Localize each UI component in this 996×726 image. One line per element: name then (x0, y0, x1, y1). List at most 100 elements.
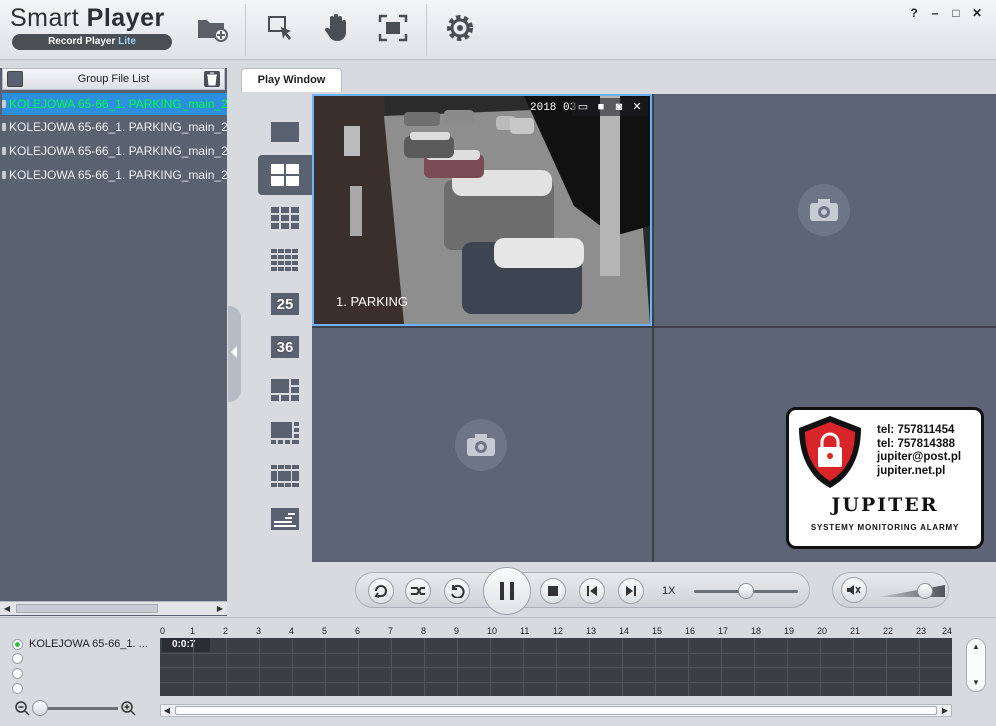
timeline-row-divider (160, 652, 952, 654)
toolbar-separator (245, 4, 246, 56)
zoom-in-icon[interactable] (120, 700, 136, 716)
video-camera-label: 1. PARKING (336, 294, 409, 309)
pause-button[interactable] (483, 567, 531, 615)
timeline-hour-label: 3 (256, 626, 262, 636)
scroll-left-icon[interactable]: ◀ (161, 705, 173, 716)
timeline-hour-label: 13 (586, 626, 597, 636)
help-button[interactable]: ? (905, 6, 923, 20)
close-channel-icon[interactable]: ✕ (629, 100, 645, 114)
scroll-up-icon[interactable]: ▲ (967, 641, 985, 653)
zoom-slider-knob[interactable] (32, 700, 48, 716)
trash-icon[interactable] (204, 71, 220, 87)
scroll-down-icon[interactable]: ▼ (967, 677, 985, 689)
minimize-button[interactable]: – (926, 6, 944, 20)
tab-play-window[interactable]: Play Window (241, 68, 342, 92)
app-subtitle-text: Record Player (48, 36, 116, 47)
volume-slider-track[interactable] (879, 585, 945, 597)
layout-8-button[interactable] (258, 413, 312, 453)
timeline-horizontal-scroll[interactable]: ◀ ▶ (160, 704, 952, 717)
scroll-thumb[interactable] (175, 706, 937, 715)
layout-selector: 25 36 (256, 94, 312, 562)
video-channel-3[interactable] (312, 328, 652, 562)
collapse-panel-button[interactable] (228, 306, 241, 402)
fullscreen-icon[interactable] (375, 10, 411, 46)
channel-radio[interactable] (12, 652, 23, 664)
timeline-hour-label: 18 (751, 626, 762, 636)
shield-lock-icon (799, 416, 861, 488)
chat-icon[interactable]: ▭ (575, 100, 591, 114)
timeline-grid[interactable]: 0:0:7 (160, 638, 952, 696)
select-pointer-icon[interactable] (262, 10, 298, 46)
layout-36-label: 36 (276, 338, 294, 356)
timeline-channel-1[interactable]: KOLEJOWA 65-66_1. ... (12, 638, 148, 650)
layout-1-icon (271, 122, 299, 142)
file-list-item[interactable]: KOLEJOWA 65-66_1. PARKING_main_201 (2, 164, 227, 186)
volume-control (832, 572, 949, 608)
video-channel-2[interactable] (654, 94, 996, 326)
channel-radio[interactable] (12, 667, 23, 679)
timeline-channel-3[interactable] (12, 667, 29, 679)
timeline-hour-label: 5 (322, 626, 328, 636)
timeline-channel-2[interactable] (12, 652, 29, 664)
layout-9-button[interactable] (258, 198, 312, 238)
file-list-item[interactable]: KOLEJOWA 65-66_1. PARKING_main_201 (2, 116, 227, 138)
layout-4-button[interactable] (258, 155, 312, 195)
layout-36-icon: 36 (271, 336, 299, 358)
file-list-scrollbar[interactable]: ◀ ▶ (0, 601, 227, 615)
no-video-camera-icon (798, 184, 850, 236)
maximize-button[interactable]: □ (947, 6, 965, 20)
watermark-tel-1: tel: 757811454 (877, 424, 955, 436)
tab-strip: Play Window (241, 68, 996, 92)
file-list-header: Group File List (2, 68, 225, 90)
layout-custom-button[interactable] (258, 499, 312, 539)
sync-play-button[interactable] (405, 578, 431, 604)
speed-slider-knob[interactable] (738, 583, 754, 599)
file-list-item[interactable]: KOLEJOWA 65-66_1. PARKING_main_201 (2, 140, 227, 162)
channel-radio[interactable] (12, 638, 23, 650)
layout-13-button[interactable] (258, 456, 312, 496)
timeline-zoom (14, 698, 138, 718)
next-frame-button[interactable] (618, 578, 644, 604)
scroll-right-icon[interactable]: ▶ (939, 705, 951, 716)
layout-8-icon (271, 422, 299, 444)
reverse-play-button[interactable] (444, 578, 470, 604)
loop-button[interactable] (368, 578, 394, 604)
speed-label: 1X (662, 585, 676, 597)
timeline-row-divider (160, 681, 952, 683)
settings-gear-icon[interactable] (442, 10, 478, 46)
layout-25-label: 25 (276, 295, 294, 313)
video-channel-1[interactable]: 2018 03 1. PARKING ▭ ■ ◙ ✕ (312, 94, 652, 326)
mute-button[interactable] (841, 577, 867, 603)
layout-6-button[interactable] (258, 370, 312, 410)
toolbar-separator (426, 4, 427, 56)
layout-16-button[interactable] (258, 240, 312, 280)
file-list-title: Group File List (77, 73, 150, 85)
previous-frame-button[interactable] (579, 578, 605, 604)
hand-icon[interactable] (318, 10, 354, 46)
stop-button[interactable] (540, 578, 566, 604)
watermark-email: jupiter@post.pl (877, 451, 962, 463)
timeline-hour-label: 20 (817, 626, 828, 636)
file-list-item[interactable]: KOLEJOWA 65-66_1. PARKING_main_201 (2, 93, 227, 115)
scroll-right-icon[interactable]: ▶ (213, 602, 227, 615)
close-button[interactable]: ✕ (968, 6, 986, 20)
snapshot-icon[interactable]: ◙ (611, 100, 627, 114)
app-title-bold: Player (86, 4, 165, 32)
zoom-out-icon[interactable] (14, 700, 30, 716)
timeline-vertical-scroll[interactable]: ▲ ▼ (966, 638, 986, 692)
timeline-hour-label: 12 (553, 626, 564, 636)
channel-radio[interactable] (12, 682, 23, 694)
select-all-checkbox[interactable] (7, 71, 23, 87)
app-title-light: Smart (10, 4, 80, 32)
layout-25-button[interactable]: 25 (258, 284, 312, 324)
layout-36-button[interactable]: 36 (258, 327, 312, 367)
scroll-thumb[interactable] (16, 604, 158, 613)
watermark-tagline: SYSTEMY MONITORING ALARMY (810, 523, 960, 532)
timeline-channel-4[interactable] (12, 682, 29, 694)
timeline-hour-label: 22 (883, 626, 894, 636)
open-folder-icon[interactable] (194, 10, 230, 46)
scroll-left-icon[interactable]: ◀ (0, 602, 14, 615)
layout-1-button[interactable] (258, 112, 312, 152)
watermark-contacts: tel: 757811454 tel: 757814388 jupiter@po… (877, 424, 961, 478)
record-icon[interactable]: ■ (593, 100, 609, 114)
